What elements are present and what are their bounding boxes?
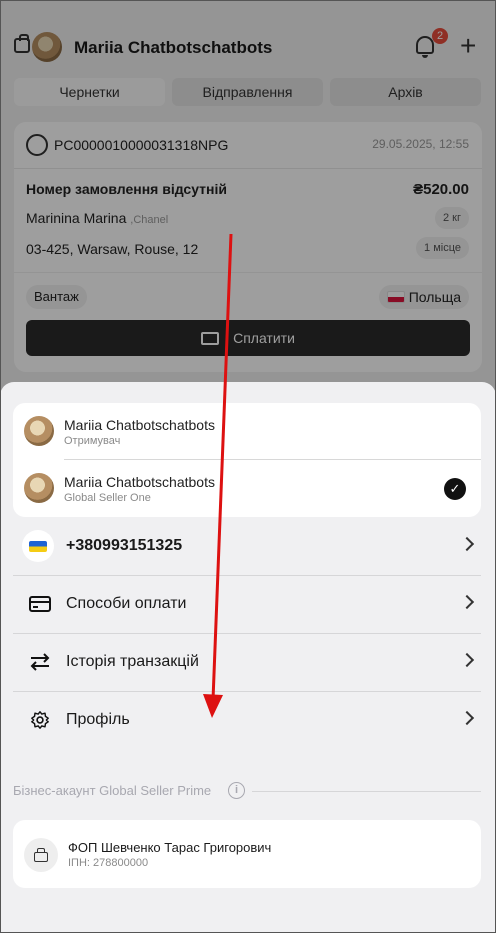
chevron-right-icon [459,710,475,726]
business-tax-id: ІПН: 278800000 [68,857,149,869]
phone-number: +380993151325 [66,537,183,554]
business-name: ФОП Шевченко Тарас Григорович [68,840,272,855]
ukraine-flag-icon [22,530,54,562]
menu-item-label: Профіль [66,711,130,728]
menu-item-profile[interactable]: Профіль [13,691,481,749]
menu-item-label: Історія транзакцій [66,653,199,670]
chevron-right-icon [459,652,475,668]
business-section-title: Бізнес-акаунт Global Seller Prime [13,783,212,798]
account-name: Mariia Chatbotschatbots [64,417,215,433]
chevron-right-icon [459,536,475,552]
account-name: Mariia Chatbotschatbots [64,474,215,490]
phone-row[interactable]: +380993151325 [13,517,481,575]
chevron-right-icon [459,594,475,610]
swap-arrows-icon [30,653,50,671]
divider [252,791,481,792]
briefcase-icon [24,838,58,872]
account-bottom-sheet: Mariia Chatbotschatbots Отримувач Mariia… [0,382,496,933]
avatar [24,473,54,503]
menu-item-transaction-history[interactable]: Історія транзакцій [13,633,481,691]
info-icon[interactable]: i [228,782,245,799]
business-account-card[interactable]: ФОП Шевченко Тарас Григорович ІПН: 27880… [13,820,481,888]
menu-item-payment-methods[interactable]: Способи оплати [13,575,481,633]
credit-card-icon [29,596,51,612]
account-item-receiver[interactable]: Mariia Chatbotschatbots Отримувач [13,403,481,460]
account-role: Отримувач [64,435,121,447]
account-role: Global Seller One [64,492,151,504]
gear-icon [31,711,49,729]
accounts-list: Mariia Chatbotschatbots Отримувач Mariia… [13,403,481,517]
check-icon: ✓ [444,478,466,500]
menu-item-label: Способи оплати [66,595,187,612]
avatar [24,416,54,446]
account-item-seller[interactable]: Mariia Chatbotschatbots Global Seller On… [13,460,481,517]
